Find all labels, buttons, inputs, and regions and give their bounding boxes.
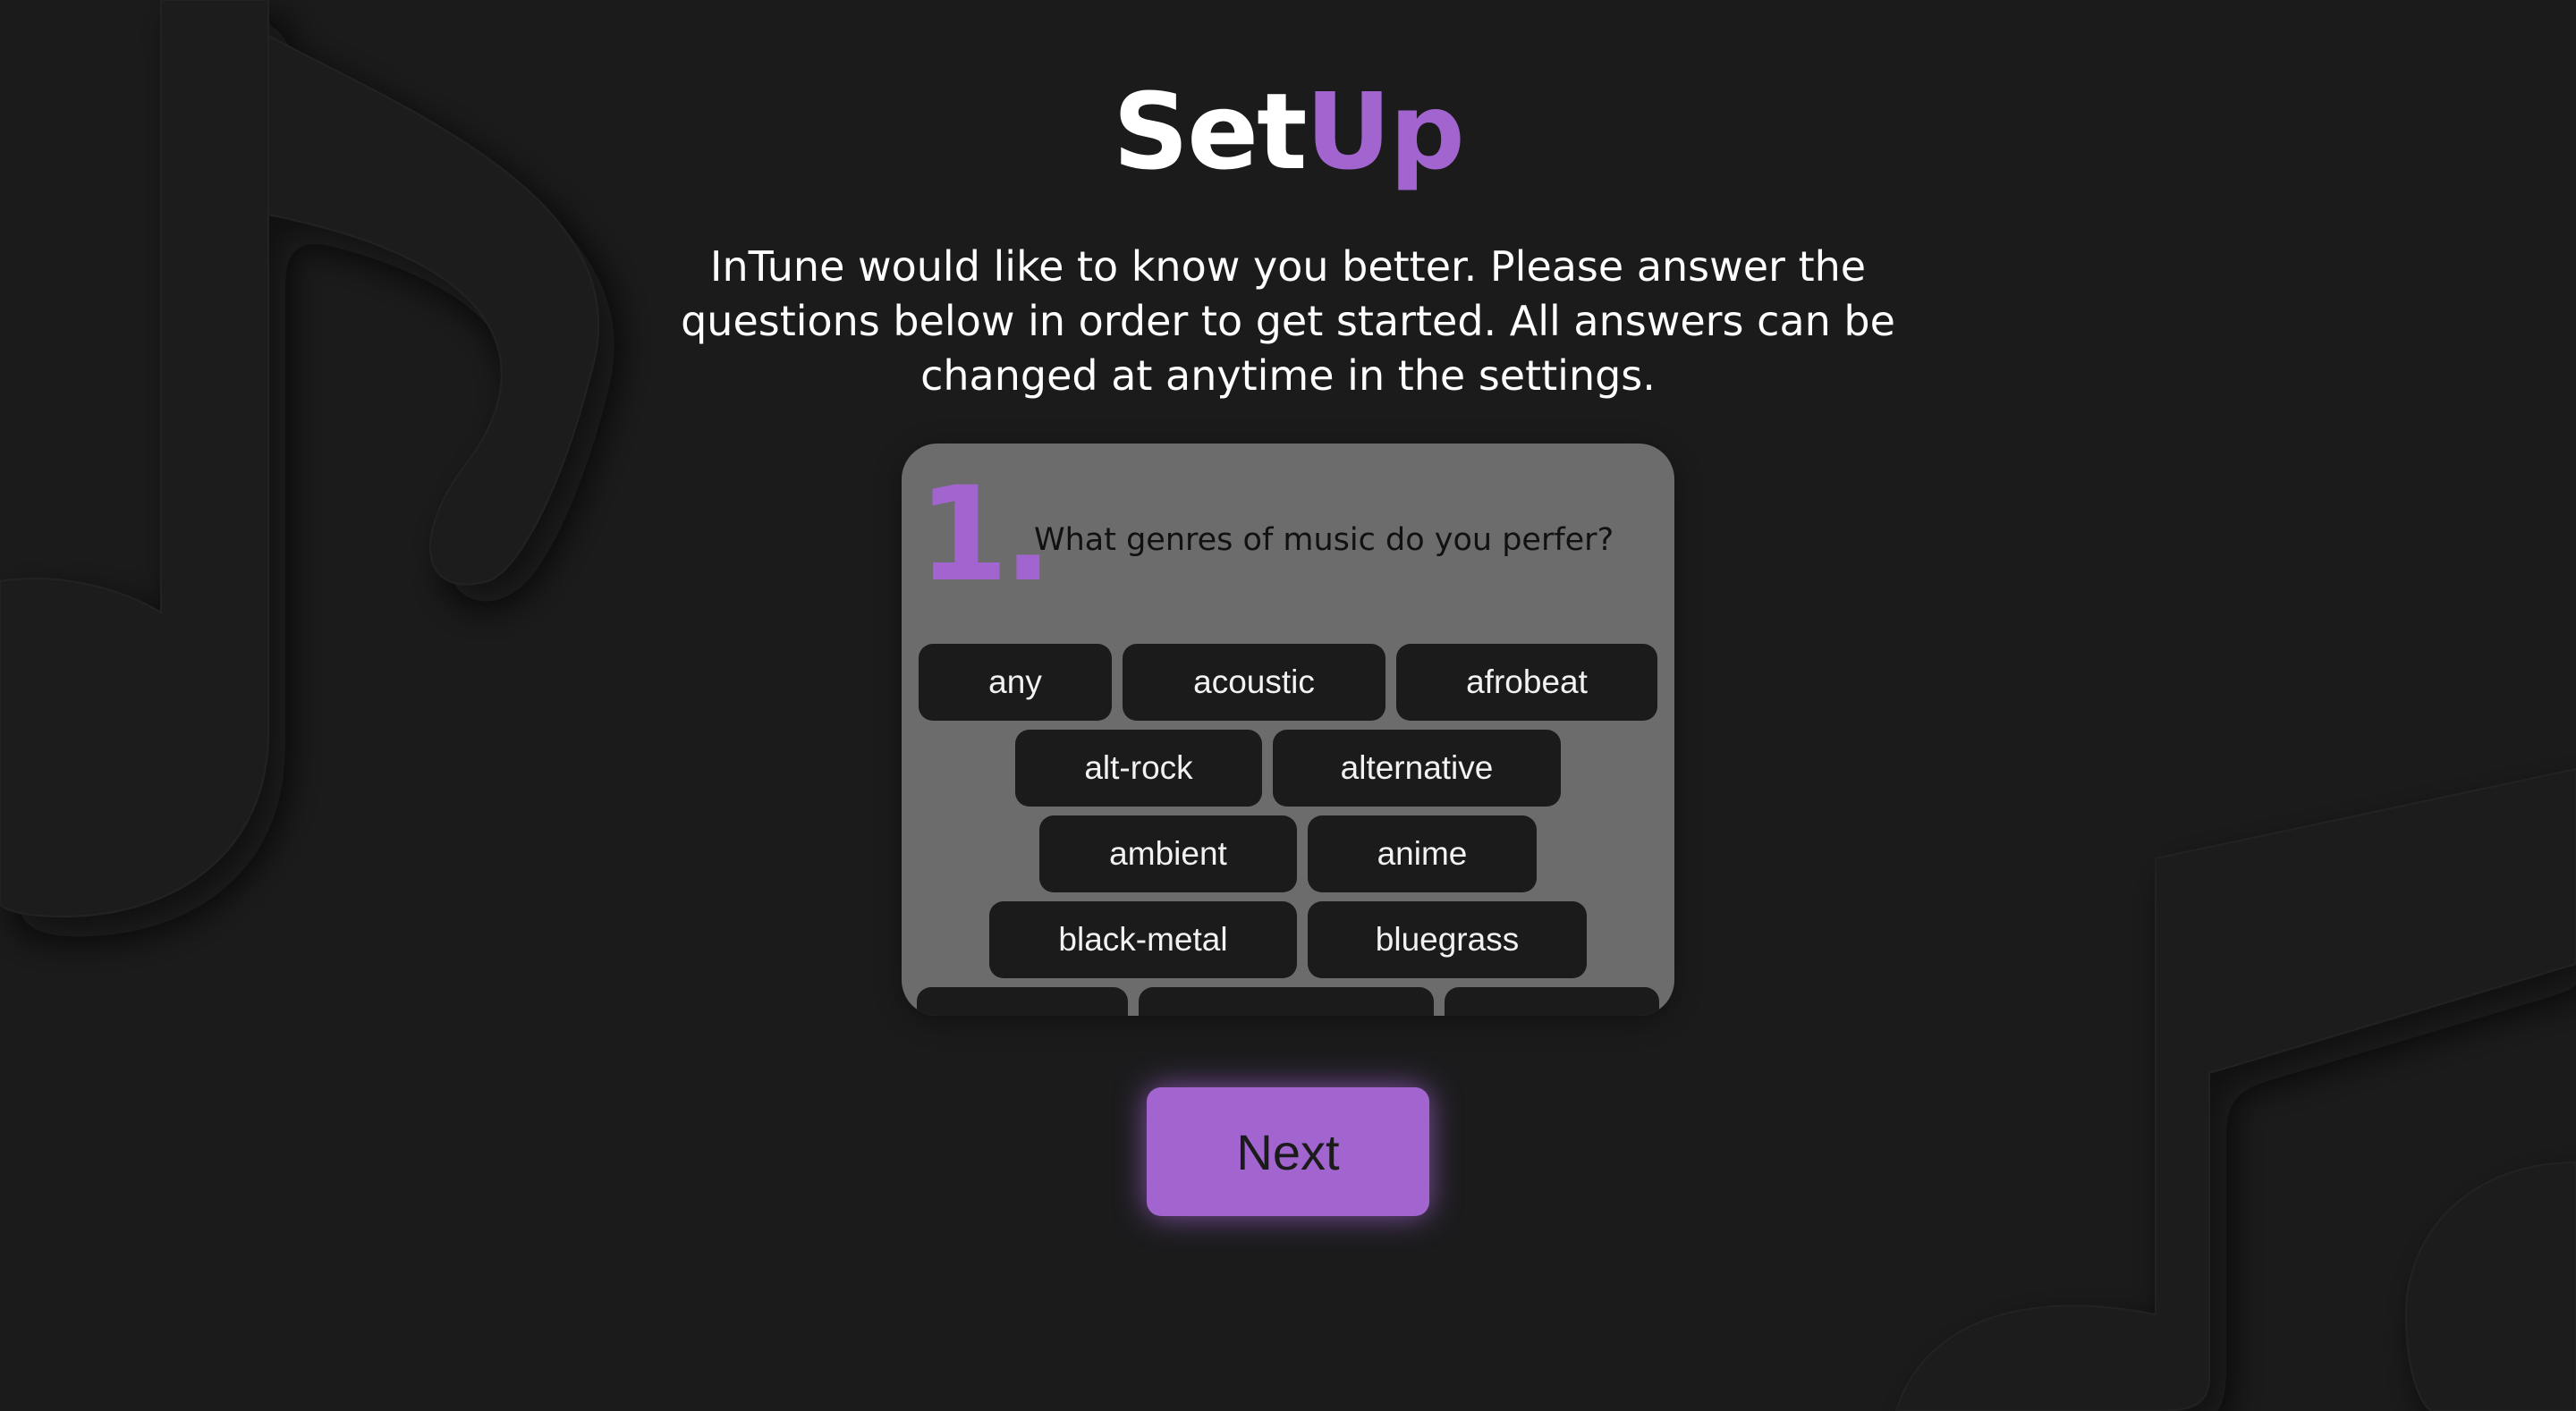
genre-option-black-metal[interactable]: black-metal [989,901,1297,978]
genre-row: any acoustic afrobeat [902,644,1674,721]
genre-option-acoustic[interactable]: acoustic [1123,644,1385,721]
genre-row: alt-rock alternative [902,730,1674,807]
question-text: What genres of music do you perfer? [1034,522,1614,558]
genre-option-alt-rock[interactable]: alt-rock [1015,730,1262,807]
genre-row-partial [902,987,1674,1016]
intro-text: InTune would like to know you better. Pl… [681,242,1895,400]
genre-option-alternative[interactable]: alternative [1273,730,1561,807]
genre-option[interactable] [1139,987,1434,1016]
question-card: 1. What genres of music do you perfer? a… [902,444,1674,1016]
genre-option-afrobeat[interactable]: afrobeat [1396,644,1657,721]
next-button[interactable]: Next [1147,1087,1429,1216]
genre-option[interactable] [1445,987,1659,1016]
genre-option-bluegrass[interactable]: bluegrass [1308,901,1587,978]
genre-option-anime[interactable]: anime [1308,815,1537,892]
page-title: SetUp [0,64,2576,199]
question-number: 1. [918,459,1053,611]
genre-row: black-metal bluegrass [902,901,1674,978]
genre-option[interactable] [917,987,1128,1016]
title-part-set: Set [1113,70,1307,193]
title-part-up: Up [1305,70,1465,193]
genre-option-ambient[interactable]: ambient [1039,815,1297,892]
setup-page: SetUp InTune would like to know you bett… [0,0,2576,1411]
genre-option-any[interactable]: any [919,644,1112,721]
genre-options: any acoustic afrobeat alt-rock alternati… [902,644,1674,1016]
genre-row: ambient anime [902,815,1674,892]
